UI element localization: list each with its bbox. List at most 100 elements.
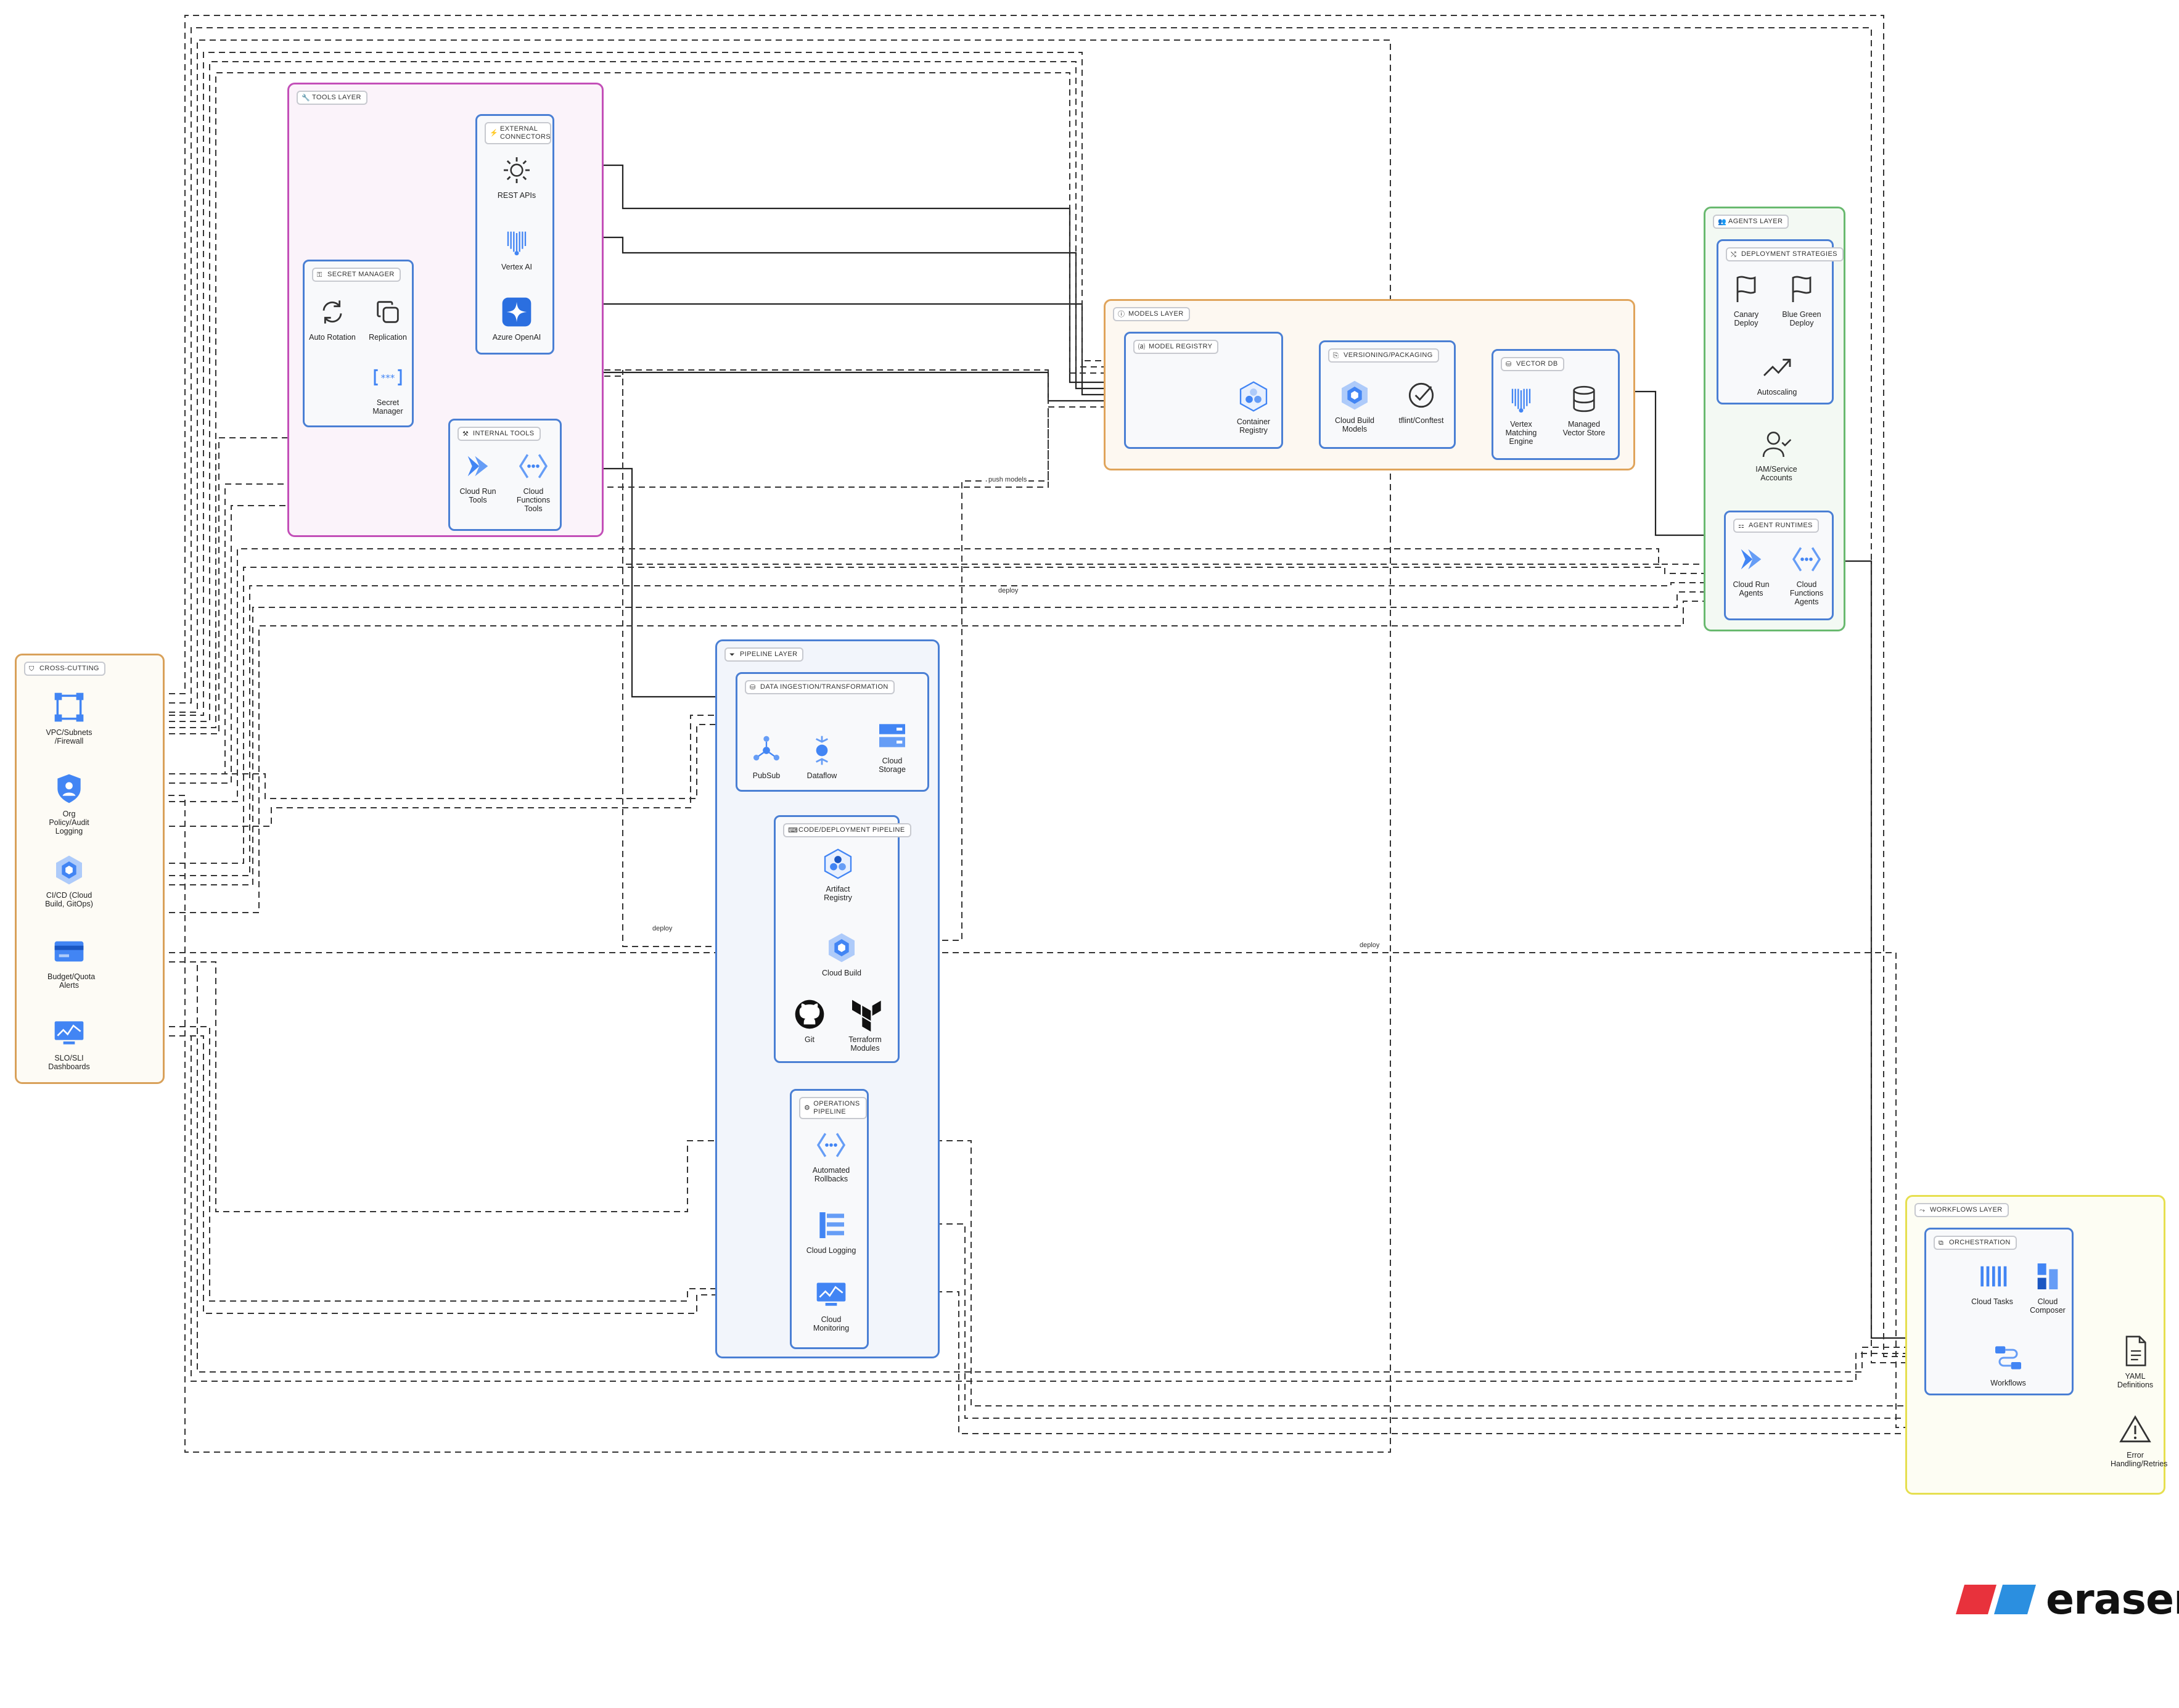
copy-icon xyxy=(377,301,399,323)
node-budget[interactable]: Budget/Quota Alerts xyxy=(23,934,115,990)
node-cloud-storage[interactable]: Cloud Storage xyxy=(846,718,938,774)
node-yaml-definitions[interactable]: YAML Definitions xyxy=(2089,1334,2179,1389)
trending-up-icon xyxy=(1763,358,1791,376)
agent-runtimes-label: ⚏ AGENT RUNTIMES xyxy=(1733,519,1819,533)
shield-icon xyxy=(57,774,81,803)
vector-db-label: ⛁ VECTOR DB xyxy=(1501,357,1564,371)
node-cloud-build[interactable]: Cloud Build xyxy=(795,930,888,977)
orchestration-label: ⧉ ORCHESTRATION xyxy=(1934,1236,2017,1250)
shuffle-icon: ⤭ xyxy=(1731,250,1737,258)
edge-label-deploy-2: deploy xyxy=(650,925,675,932)
workflows-icon xyxy=(1995,1346,2021,1369)
versions-icon: ⎘ xyxy=(1333,351,1339,359)
node-error-handling[interactable]: Error Handling/Retries xyxy=(2089,1413,2179,1468)
cloud-functions-icon xyxy=(816,1133,846,1157)
cloud-monitoring-icon xyxy=(816,1283,846,1306)
versioning-group: ⎘ VERSIONING/PACKAGING Cloud Build Models… xyxy=(1319,340,1456,449)
eraser-logo: eraser xyxy=(1956,1575,2179,1624)
node-autoscaling[interactable]: Autoscaling xyxy=(1731,350,1823,396)
vertex-ai-icon xyxy=(507,231,527,256)
node-tflint[interactable]: tflint/Conftest xyxy=(1375,378,1467,425)
info-icon: ⓘ xyxy=(1118,310,1125,318)
models-layer: ⓘ MODELS LAYER ⒜ MODEL REGISTRY Container … xyxy=(1104,299,1635,470)
workflows-layer: ⤳ WORKFLOWS LAYER ⧉ ORCHESTRATION Cloud Ta… xyxy=(1905,1195,2167,1495)
node-cloud-composer[interactable]: Cloud Composer xyxy=(2001,1259,2094,1315)
filter-icon: ⏷ xyxy=(729,651,736,659)
secret-manager-icon: *** xyxy=(374,369,402,386)
wrench-icon: 🔧 xyxy=(302,94,311,102)
node-managed-vector-store[interactable]: Managed Vector Store xyxy=(1538,382,1630,437)
database-icon xyxy=(1573,385,1595,413)
node-terraform[interactable]: Terraform Modules xyxy=(819,997,911,1053)
node-container-registry[interactable]: Container Registry xyxy=(1207,379,1300,435)
warning-icon xyxy=(2119,1415,2151,1443)
internal-tools-group: ⚒ INTERNAL TOOLS Cloud Run Tools Cloud Fu… xyxy=(448,419,562,531)
node-cicd[interactable]: CI/CD (Cloud Build, GitOps) xyxy=(23,853,115,908)
data-ingestion-label: ⛁ DATA INGESTION/TRANSFORMATION xyxy=(745,680,895,694)
node-workflows[interactable]: Workflows xyxy=(1962,1341,2054,1387)
server-icon: ⚏ xyxy=(1738,522,1745,530)
user-check-icon xyxy=(1762,432,1792,458)
ops-pipeline-label: ⚙ OPERATIONS PIPELINE xyxy=(799,1097,867,1119)
vertex-ai-icon xyxy=(1511,388,1531,413)
internal-tools-label: ⚒ INTERNAL TOOLS xyxy=(458,427,541,441)
gear-icon xyxy=(504,157,530,183)
node-artifact-registry[interactable]: Artifact Registry xyxy=(792,847,884,902)
ops-icon: ⚙ xyxy=(804,1104,811,1112)
shield-small-icon: ⛉ xyxy=(29,665,35,673)
svg-text:***: *** xyxy=(381,372,395,384)
node-cloud-monitoring[interactable]: Cloud Monitoring xyxy=(785,1277,877,1332)
node-iam-service-accounts[interactable]: IAM/Service Accounts xyxy=(1730,427,1823,482)
database-small-icon: ⛁ xyxy=(750,683,756,691)
node-rest-apis[interactable]: REST APIs xyxy=(470,153,563,200)
node-vertex-ai[interactable]: Vertex AI xyxy=(470,224,563,271)
edge-vertex-to-models xyxy=(536,236,1172,388)
node-cloud-functions-tools[interactable]: Cloud Functions Tools xyxy=(487,449,580,513)
billing-icon xyxy=(54,941,84,962)
cloud-build-icon xyxy=(829,933,855,963)
cloud-storage-icon xyxy=(879,724,905,747)
ops-pipeline-group: ⚙ OPERATIONS PIPELINE Automated Rollbacks… xyxy=(790,1089,869,1349)
vector-db-group: ⛁ VECTOR DB Vertex Matching Engine Manage… xyxy=(1492,349,1620,460)
external-connectors-group: ⚡ EXTERNAL CONNECTORS REST APIs Vertex AI… xyxy=(475,114,554,355)
cloud-functions-icon xyxy=(1792,547,1821,572)
cloud-build-icon xyxy=(56,855,82,885)
node-blue-green-deploy[interactable]: Blue Green Deploy xyxy=(1755,272,1848,327)
node-automated-rollbacks[interactable]: Automated Rollbacks xyxy=(785,1128,877,1183)
node-vpc[interactable]: VPC/Subnets /Firewall xyxy=(23,690,115,745)
secret-manager-group: ⚿ SECRET MANAGER Auto Rotation Replicatio… xyxy=(303,260,414,427)
eraser-mark-icon xyxy=(1956,1585,2036,1614)
code-icon: ⌨ xyxy=(788,826,798,834)
node-cloud-logging[interactable]: Cloud Logging xyxy=(785,1208,877,1255)
azure-openai-icon xyxy=(502,297,531,327)
node-slo[interactable]: SLO/SLI Dashboards xyxy=(23,1016,115,1071)
models-layer-label: ⓘ MODELS LAYER xyxy=(1113,307,1190,321)
node-azure-openai[interactable]: Azure OpenAI xyxy=(470,295,563,342)
data-ingestion-group: ⛁ DATA INGESTION/TRANSFORMATION PubSub Da… xyxy=(736,672,929,792)
crosscutting-label: ⛉ CROSS-CUTTING xyxy=(24,662,105,676)
node-org-policy[interactable]: Org Policy/Audit Logging xyxy=(23,771,115,836)
edge-label-deploy-1: deploy xyxy=(996,587,1020,594)
cloud-composer-icon xyxy=(2037,1263,2058,1289)
edge-azure-to-models xyxy=(536,303,1172,395)
tools-layer-label: 🔧 TOOLS LAYER xyxy=(297,91,367,105)
monitoring-icon xyxy=(54,1021,84,1045)
versioning-label: ⎘ VERSIONING/PACKAGING xyxy=(1328,348,1439,363)
crosscutting-layer: ⛉ CROSS-CUTTING VPC/Subnets /Firewall Org… xyxy=(15,654,165,1084)
pipeline-layer: ⏷ PIPELINE LAYER ⛁ DATA INGESTION/TRANSFOR… xyxy=(715,639,940,1358)
ai-icon: ⒜ xyxy=(1138,343,1146,351)
node-secret-manager[interactable]: *** Secret Manager xyxy=(342,360,434,416)
orchestration-icon: ⧉ xyxy=(1939,1239,1944,1247)
model-registry-label: ⒜ MODEL REGISTRY xyxy=(1133,340,1219,354)
secret-manager-label: ⚿ SECRET MANAGER xyxy=(312,268,401,282)
cloud-logging-icon xyxy=(819,1212,844,1238)
tools-layer: 🔧 TOOLS LAYER ⚡ EXTERNAL CONNECTORS REST A… xyxy=(287,83,604,537)
container-registry-icon xyxy=(1239,381,1268,412)
dataflow-icon xyxy=(816,736,828,765)
node-replication[interactable]: Replication xyxy=(342,295,434,342)
node-cloud-functions-agents[interactable]: Cloud Functions Agents xyxy=(1760,542,1853,606)
code-pipeline-group: ⌨ CODE/DEPLOYMENT PIPELINE Artifact Regis… xyxy=(774,815,911,1063)
agents-layer: 👥 AGENTS LAYER ⤭ DEPLOYMENT STRATEGIES Can… xyxy=(1704,207,1845,631)
agents-layer-label: 👥 AGENTS LAYER xyxy=(1713,215,1789,229)
flag-icon xyxy=(1792,276,1812,302)
